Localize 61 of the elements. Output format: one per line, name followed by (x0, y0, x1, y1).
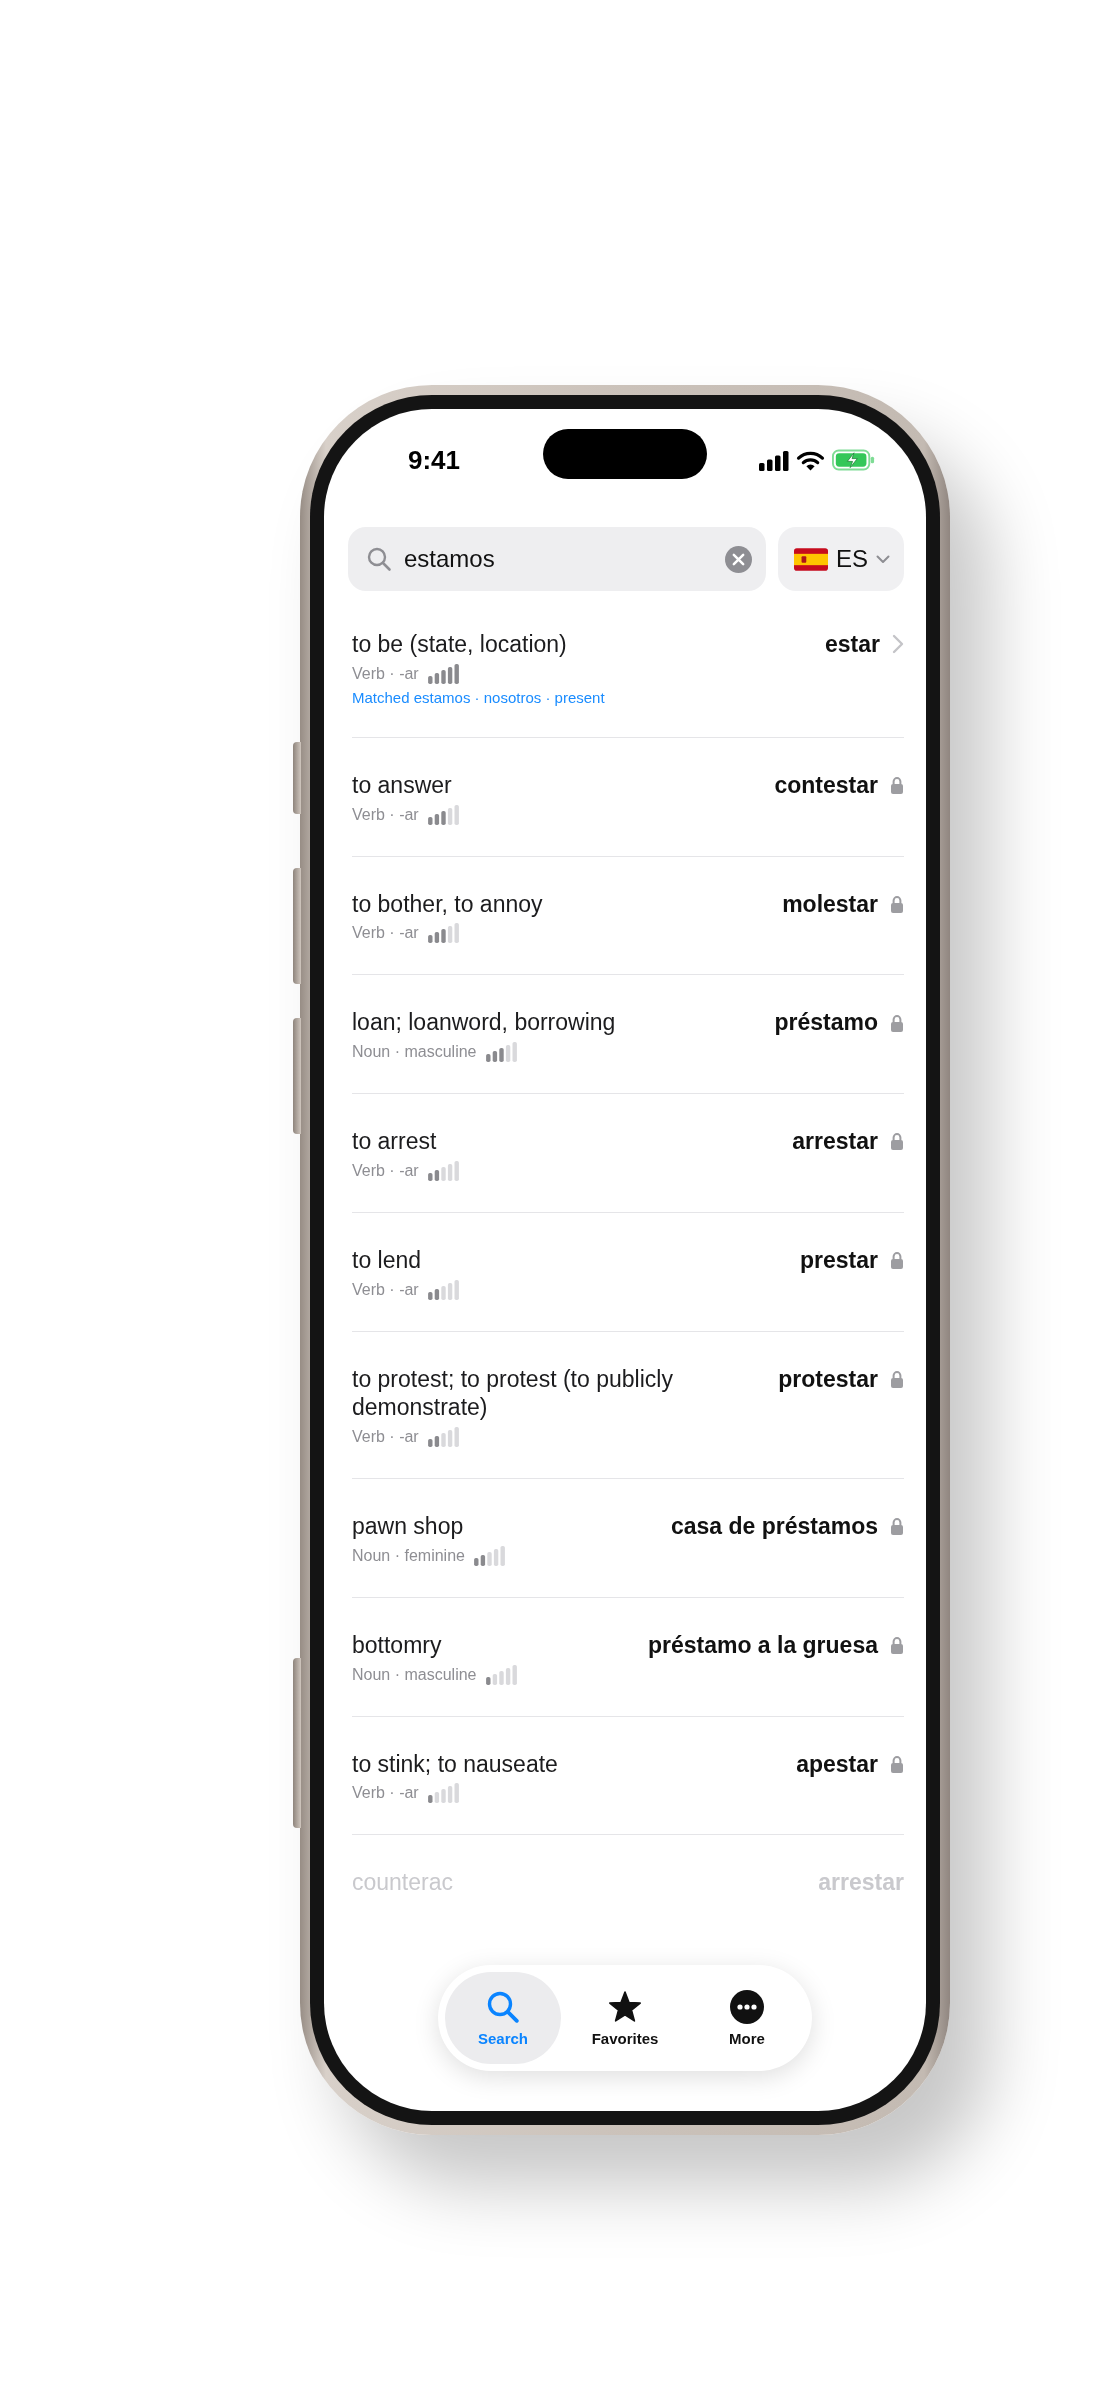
signal-icon (759, 449, 789, 471)
headword[interactable]: contestar (774, 770, 878, 800)
frequency-meter (427, 663, 459, 684)
caret-icon (876, 554, 890, 564)
translation-text: to protest; to protest (to publicly demonstrate) (352, 1364, 674, 1422)
more-icon (730, 1989, 764, 2024)
word-info: Verb · -ar (352, 924, 419, 943)
star-icon (608, 1989, 642, 2024)
translation-text: to answer (352, 770, 453, 800)
search-field[interactable]: estamos (348, 527, 766, 591)
translation-text: pawn shop (352, 1512, 465, 1541)
battery-icon (832, 449, 876, 471)
tab-item[interactable]: Favorites (567, 1972, 683, 2064)
frequency-meter (473, 1545, 505, 1566)
tab-item[interactable]: More (689, 1972, 805, 2064)
side-button[interactable] (293, 1018, 301, 1134)
frequency-meter (427, 923, 459, 944)
search-icon (486, 1989, 520, 2024)
headword[interactable]: molestar (782, 889, 878, 919)
word-info: Verb · -ar (352, 1784, 419, 1803)
frequency-meter (427, 804, 459, 825)
translation-text: to lend (352, 1245, 423, 1275)
word-info: Verb · -ar (352, 1428, 419, 1446)
wifi-icon (796, 449, 825, 471)
frequency-meter (485, 1664, 517, 1685)
frequency-meter (485, 1042, 517, 1062)
side-button[interactable] (293, 742, 301, 814)
headword[interactable]: prestar (800, 1245, 878, 1275)
translation-text: to arrest (352, 1127, 438, 1156)
headword[interactable]: protestar (778, 1364, 878, 1394)
flag-icon (794, 547, 828, 571)
frequency-meter (427, 1427, 459, 1447)
language-button[interactable]: ES (778, 527, 904, 591)
headword[interactable]: casa de préstamos (670, 1512, 878, 1541)
headword[interactable]: apestar (796, 1749, 878, 1779)
side-button[interactable] (293, 868, 301, 984)
match-info: Matched estamos · nosotros · present (352, 688, 606, 706)
translation-text: to be (state, location) (352, 630, 568, 659)
frequency-meter (427, 1279, 459, 1300)
word-info: Verb · -ar (352, 805, 419, 824)
side-button[interactable] (293, 1658, 301, 1828)
translation-text: bottomry (352, 1630, 443, 1660)
headword[interactable]: préstamo a la gruesa (647, 1630, 878, 1660)
search-icon (366, 546, 392, 572)
clear-icon[interactable] (725, 545, 752, 573)
status-time: 9:41 (408, 444, 461, 476)
word-info: Verb · -ar (352, 1280, 419, 1299)
headword[interactable]: préstamo (774, 1008, 878, 1037)
translation-text: to stink; to nauseate (352, 1749, 559, 1779)
translation-text: to bother, to annoy (352, 889, 544, 919)
headword[interactable]: estar (825, 630, 880, 659)
translation-text: loan; loanword, borrowing (352, 1008, 617, 1037)
frequency-meter (427, 1783, 459, 1804)
word-info: Noun · masculine (352, 1665, 477, 1684)
word-info: Verb · -ar (352, 664, 419, 683)
word-info: Noun · feminine (352, 1546, 465, 1565)
word-info: Verb · -ar (352, 1161, 419, 1180)
word-info: Noun · masculine (352, 1043, 477, 1061)
frequency-meter (427, 1160, 459, 1181)
chevron-icon[interactable] (892, 634, 904, 655)
headword[interactable]: arrestar (792, 1127, 878, 1156)
